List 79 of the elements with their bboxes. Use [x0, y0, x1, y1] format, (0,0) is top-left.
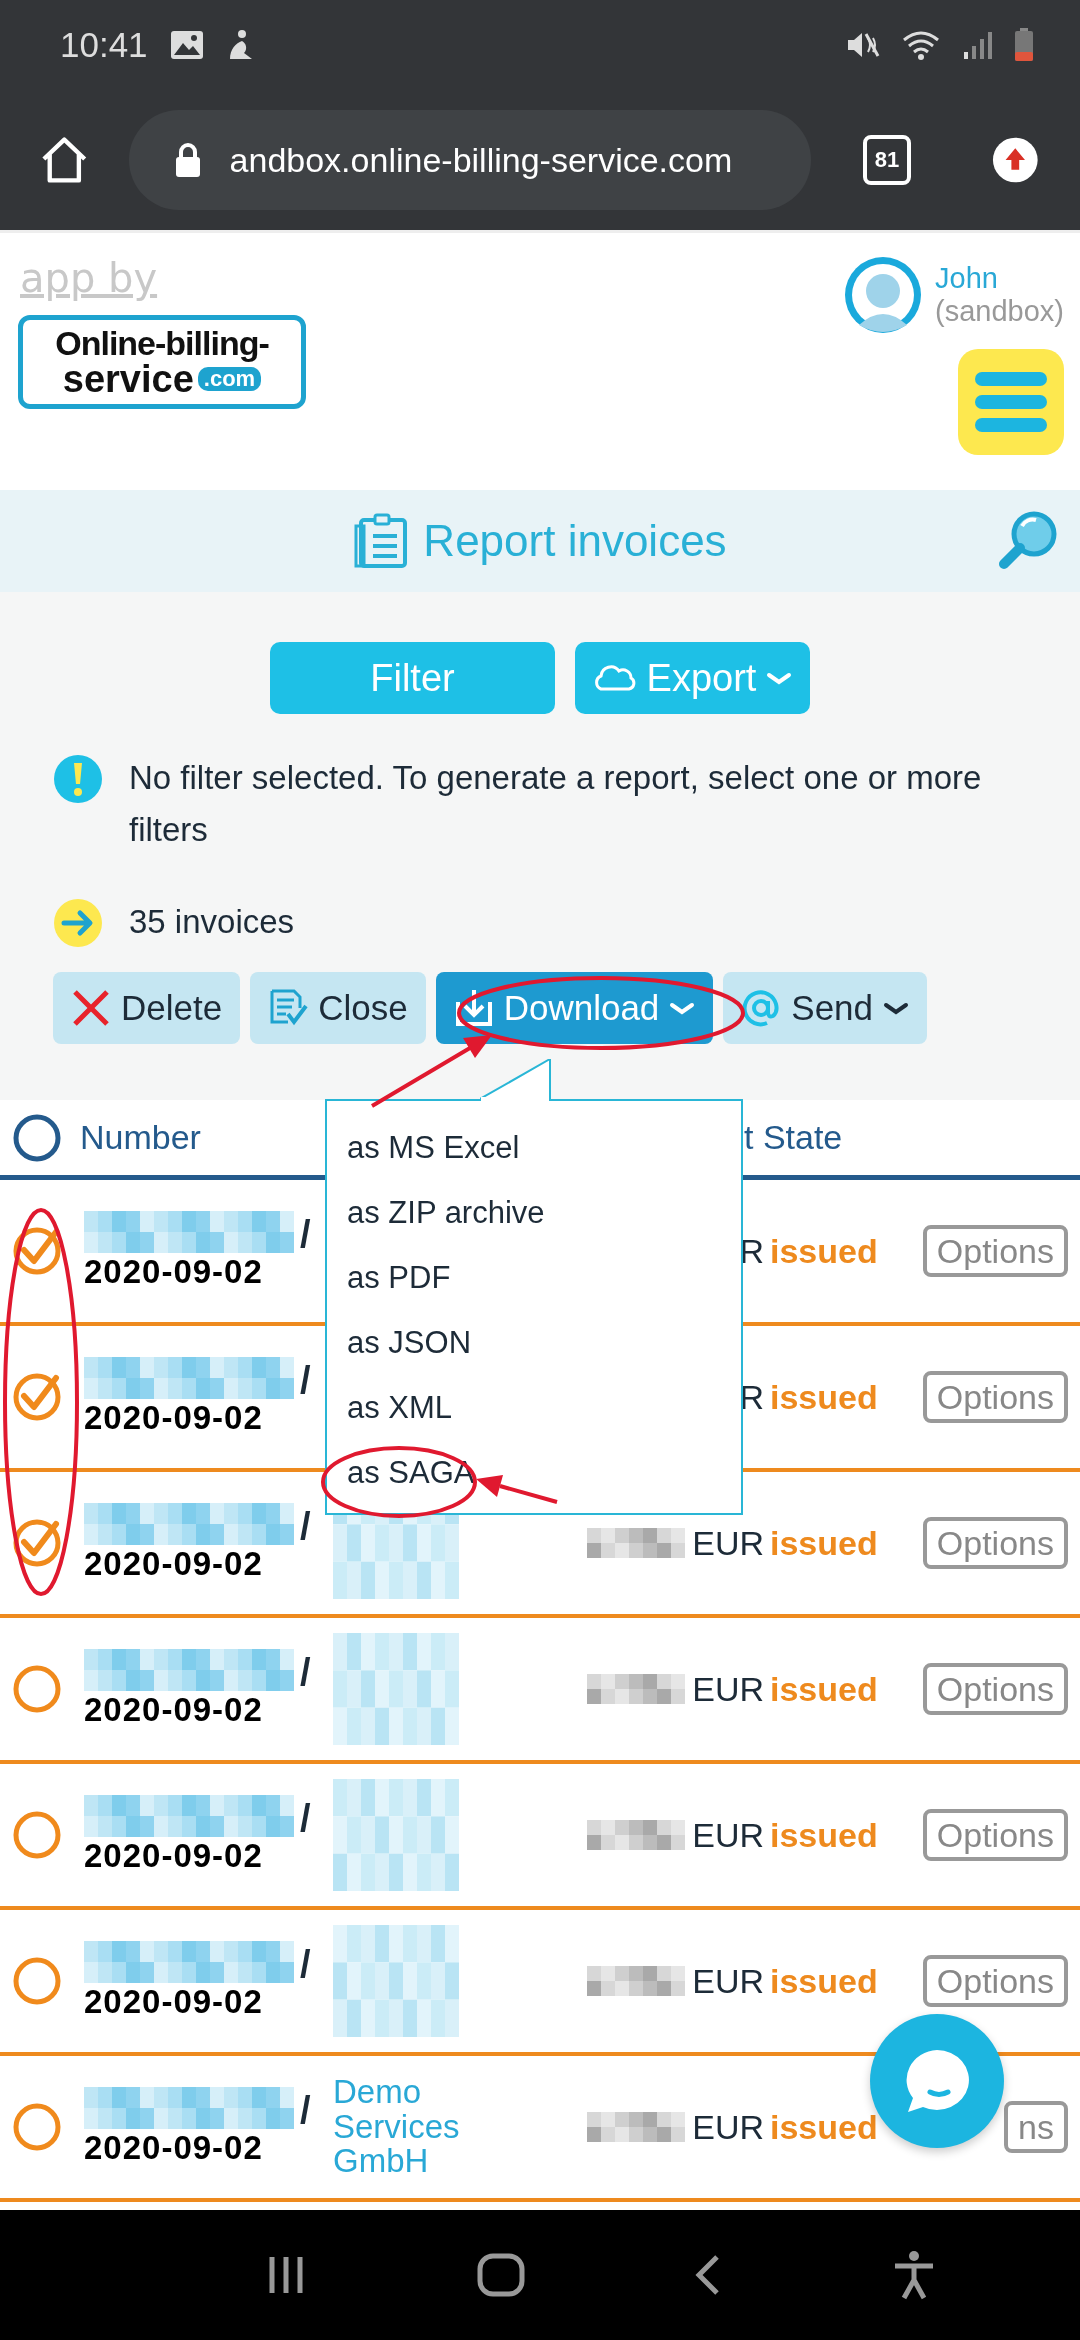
options-button[interactable]: ns: [1004, 2101, 1068, 2153]
status-text: issued: [770, 1961, 879, 2001]
mute-icon: [846, 30, 880, 60]
address-bar[interactable]: andbox.online-billing-service.com: [128, 110, 811, 210]
number-separator: /: [300, 1799, 311, 1837]
image-icon: [169, 30, 204, 60]
cross-icon: [71, 988, 111, 1028]
invoice-date: 2020-09-02: [84, 1837, 264, 1875]
menu-item[interactable]: as JSON: [347, 1310, 741, 1375]
menu-item[interactable]: as PDF: [347, 1245, 741, 1310]
currency: EUR: [691, 1961, 765, 2001]
checked-checkbox[interactable]: [12, 1518, 62, 1568]
menu-icon: [973, 370, 1049, 434]
options-button[interactable]: Options: [922, 1517, 1068, 1569]
invoice-date: 2020-09-02: [84, 2129, 264, 2167]
cloud-icon: [592, 664, 637, 692]
options-button[interactable]: Options: [922, 1955, 1068, 2007]
lock-icon: [173, 142, 202, 178]
search-icon[interactable]: [998, 510, 1058, 572]
checkbox[interactable]: [12, 1664, 62, 1714]
options-button[interactable]: Options: [922, 1371, 1068, 1423]
number-separator: /: [300, 1945, 311, 1983]
home-icon[interactable]: [476, 2253, 525, 2297]
status-text: issued: [770, 2107, 879, 2147]
invoice-date: 2020-09-02: [84, 1983, 264, 2021]
home-icon[interactable]: [40, 135, 89, 185]
page-title: Report invoices: [423, 516, 727, 566]
status-text: issued: [770, 1231, 879, 1271]
clipboard-icon: [353, 512, 410, 570]
avatar-icon[interactable]: [843, 255, 924, 335]
number-separator: /: [300, 1215, 311, 1253]
invoice-date: 2020-09-02: [84, 1399, 264, 1437]
checkbox[interactable]: [12, 1810, 62, 1860]
invoice-date: 2020-09-02: [84, 1253, 264, 1291]
filter-notice: No filter selected. To generate a report, select one or more filters: [129, 758, 983, 850]
logo[interactable]: Online-billing- service .com: [18, 315, 306, 409]
document-check-icon: [268, 988, 309, 1028]
currency: EUR: [691, 2107, 765, 2147]
status-time: 10:41: [60, 25, 148, 65]
number-separator: /: [300, 1507, 311, 1545]
checkbox[interactable]: [12, 2102, 62, 2152]
currency: EUR: [691, 1669, 765, 1709]
status-text: issued: [770, 1377, 879, 1417]
number-separator: /: [300, 1653, 311, 1691]
url-text: andbox.online-billing-service.com: [229, 140, 733, 180]
at-sign-icon: [741, 988, 782, 1028]
menu-item[interactable]: as SAGA: [347, 1440, 741, 1505]
options-button[interactable]: Options: [922, 1809, 1068, 1861]
user-account: (sandbox): [935, 295, 1064, 329]
number-separator: /: [300, 1361, 311, 1399]
invoice-date: 2020-09-02: [84, 1691, 264, 1729]
signal-icon: [962, 30, 992, 60]
menu-item[interactable]: as MS Excel: [347, 1115, 741, 1180]
close-button[interactable]: Close: [250, 972, 426, 1044]
currency: EUR: [691, 1815, 765, 1855]
invoice-date: 2020-09-02: [84, 1545, 264, 1583]
options-button[interactable]: Options: [922, 1225, 1068, 1277]
column-header[interactable]: t State: [744, 1118, 900, 1157]
send-button[interactable]: Send: [723, 972, 928, 1044]
status-text: issued: [770, 1523, 879, 1563]
options-button[interactable]: Options: [922, 1663, 1068, 1715]
status-text: issued: [770, 1669, 879, 1709]
download-icon: [453, 988, 494, 1028]
status-text: issued: [770, 1815, 879, 1855]
tab-count-button[interactable]: 81: [862, 135, 912, 185]
checkbox[interactable]: [12, 1956, 62, 2006]
checked-checkbox[interactable]: [12, 1226, 62, 1276]
wifi-icon: [902, 30, 940, 60]
currency: EUR: [691, 1523, 765, 1563]
battery-icon: [1014, 28, 1034, 62]
delete-button[interactable]: Delete: [53, 972, 241, 1044]
checkbox[interactable]: [12, 1112, 62, 1163]
number-separator: /: [300, 2091, 311, 2129]
menu-item[interactable]: as XML: [347, 1375, 741, 1440]
exclamation-icon: [53, 754, 103, 804]
invoice-count: 35 invoices: [129, 902, 295, 942]
checked-checkbox[interactable]: [12, 1372, 62, 1422]
menu-item[interactable]: as ZIP archive: [347, 1180, 741, 1245]
upload-icon[interactable]: [991, 135, 1040, 185]
